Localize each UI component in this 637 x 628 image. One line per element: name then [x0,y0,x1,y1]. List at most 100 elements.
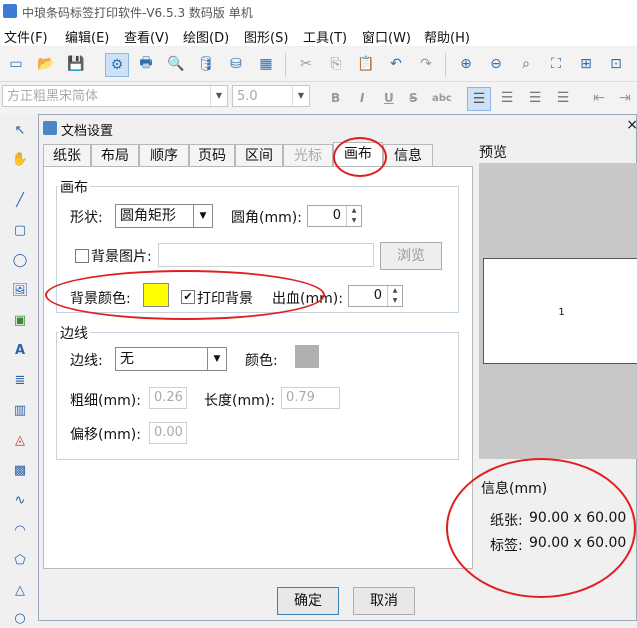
shape-select[interactable]: 圆角矩形 ▼ [115,204,213,228]
border-offset-field[interactable]: 0.00 [149,422,187,444]
fit-page-icon[interactable]: ⛶ [545,53,567,75]
document-settings-dialog: 文档设置 × 纸张 布局 顺序 页码 区间 光标 画布 信息 画布 形状: 圆角… [38,114,637,621]
chevron-down-icon: ▼ [207,348,226,370]
tab-paper[interactable]: 纸张 [43,144,91,166]
pointer-icon[interactable]: ↖ [9,120,31,140]
zoom-in-icon[interactable]: ⊕ [455,53,477,75]
border-width-field[interactable]: 0.26 [149,387,187,409]
ok-button[interactable]: 确定 [277,587,339,615]
new-icon[interactable]: ▭ [5,53,27,75]
font-size-value: 5.0 [237,89,258,104]
picture-tool-icon[interactable]: ▣ [9,310,31,330]
bleed-stepper[interactable]: 0 ▲ ▼ [348,285,403,307]
image-tool-icon[interactable]: 🖼 [9,280,31,300]
redo-icon[interactable]: ↷ [415,53,437,75]
strikethrough-button[interactable]: S [409,91,418,105]
database-settings-icon[interactable]: ⛁ [225,53,247,75]
arc-tool-icon[interactable]: ◠ [9,520,31,540]
align-left-icon[interactable]: ☰ [467,87,491,111]
cut-icon[interactable]: ✂ [295,53,317,75]
paste-icon[interactable]: 📋 [355,53,377,75]
app-logo-icon [3,4,17,18]
pan-hand-icon[interactable]: ✋ [9,149,31,169]
triangle-tool-icon[interactable]: △ [9,580,31,600]
circle-tool-icon[interactable]: ○ [9,608,31,628]
full-screen-icon[interactable]: ⊡ [605,53,627,75]
menu-tools[interactable]: 工具(T) [303,27,347,46]
barcode-tool-icon[interactable]: ▥ [9,400,31,420]
open-folder-icon[interactable]: 📂 [35,53,57,75]
align-right-icon[interactable]: ☰ [524,87,546,109]
cancel-button[interactable]: 取消 [353,587,415,615]
border-length-field[interactable]: 0.79 [281,387,340,409]
curve-tool-icon[interactable]: ∿ [9,490,31,510]
polygon-tool-icon[interactable]: ⬠ [9,550,31,570]
undo-icon[interactable]: ↶ [385,53,407,75]
zoom-out-icon[interactable]: ⊖ [485,53,507,75]
print-preview-icon[interactable]: 🔍 [165,53,187,75]
text-tool-icon[interactable]: A [9,340,31,360]
tab-canvas[interactable]: 画布 [333,142,383,166]
rich-text-tool-icon[interactable]: ≣ [9,370,31,390]
menu-file[interactable]: 文件(F) [4,27,48,46]
canvas-tab-panel: 画布 形状: 圆角矩形 ▼ 圆角(mm): 0 ▲ ▼ 背景图片: 浏览 背景颜色… [43,166,473,569]
menu-window[interactable]: 窗口(W) [362,27,411,46]
menu-draw[interactable]: 绘图(D) [183,27,229,46]
border-label: 边线: [70,353,103,369]
preview-label: 预览 [479,145,507,161]
actual-size-icon[interactable]: ⊞ [575,53,597,75]
tab-info[interactable]: 信息 [383,144,433,166]
align-middle-icon[interactable]: ⇥ [614,87,636,109]
spinner-arrows-icon[interactable]: ▲ ▼ [346,206,361,226]
corner-radius-stepper[interactable]: 0 ▲ ▼ [307,205,362,227]
menu-view[interactable]: 查看(V) [124,27,169,46]
tab-order[interactable]: 顺序 [139,144,189,166]
border-color-label: 颜色: [245,353,278,369]
tab-cursor[interactable]: 光标 [283,144,333,166]
align-top-icon[interactable]: ⇤ [588,87,610,109]
zoom-fit-icon[interactable]: ⌕ [515,53,537,75]
background-color-swatch[interactable] [143,283,169,307]
shape-tool-icon[interactable]: ◬ [9,430,31,450]
grid-icon[interactable]: ▦ [255,53,277,75]
background-image-label: 背景图片: [91,249,152,265]
chevron-down-icon: ▼ [210,86,227,106]
menu-help[interactable]: 帮助(H) [424,27,470,46]
qrcode-tool-icon[interactable]: ▩ [9,460,31,480]
font-size-select[interactable]: 5.0 ▼ [232,85,310,107]
background-image-checkbox[interactable] [75,249,89,263]
tab-range[interactable]: 区间 [235,144,283,166]
border-style-select[interactable]: 无 ▼ [115,347,227,371]
browse-button[interactable]: 浏览 [380,242,442,270]
align-center-icon[interactable]: ☰ [496,87,518,109]
tab-layout[interactable]: 布局 [91,144,139,166]
print-icon[interactable]: 🖶 [135,53,157,75]
align-justify-icon[interactable]: ☰ [552,87,574,109]
settings-gear-icon[interactable]: ⚙ [105,53,129,77]
close-icon[interactable]: × [626,117,637,133]
label-preview: 1 [483,258,637,364]
font-family-value: 方正粗黑宋简体 [7,89,99,104]
tab-page-number[interactable]: 页码 [189,144,235,166]
database-icon[interactable]: 🛢 [195,53,217,75]
label-size-value: 90.00 x 60.00 [529,535,627,551]
line-tool-icon[interactable]: ╱ [9,190,31,210]
border-color-swatch[interactable] [295,345,319,368]
spinner-arrows-icon[interactable]: ▲ ▼ [387,286,402,306]
underline-button[interactable]: U [384,91,394,105]
rounded-rect-tool-icon[interactable]: ▢ [9,220,31,240]
save-icon[interactable]: 💾 [65,53,87,75]
menu-edit[interactable]: 编辑(E) [65,27,109,46]
bleed-value: 0 [373,288,382,303]
bold-button[interactable]: B [331,91,340,105]
format-bar: 方正粗黑宋简体 ▼ 5.0 ▼ B I U S abc ☰ ☰ ☰ ☰ ⇤ ⇥ [0,82,637,114]
text-style-button[interactable]: abc [432,93,452,104]
background-image-field[interactable] [158,243,374,267]
font-family-select[interactable]: 方正粗黑宋简体 ▼ [2,85,228,107]
ellipse-tool-icon[interactable]: ◯ [9,250,31,270]
print-background-checkbox[interactable]: ✔ [181,290,195,304]
paper-size-label: 纸张: [490,513,523,529]
copy-icon[interactable]: ⎘ [325,53,347,75]
menu-shape[interactable]: 图形(S) [244,27,288,46]
italic-button[interactable]: I [360,91,364,105]
